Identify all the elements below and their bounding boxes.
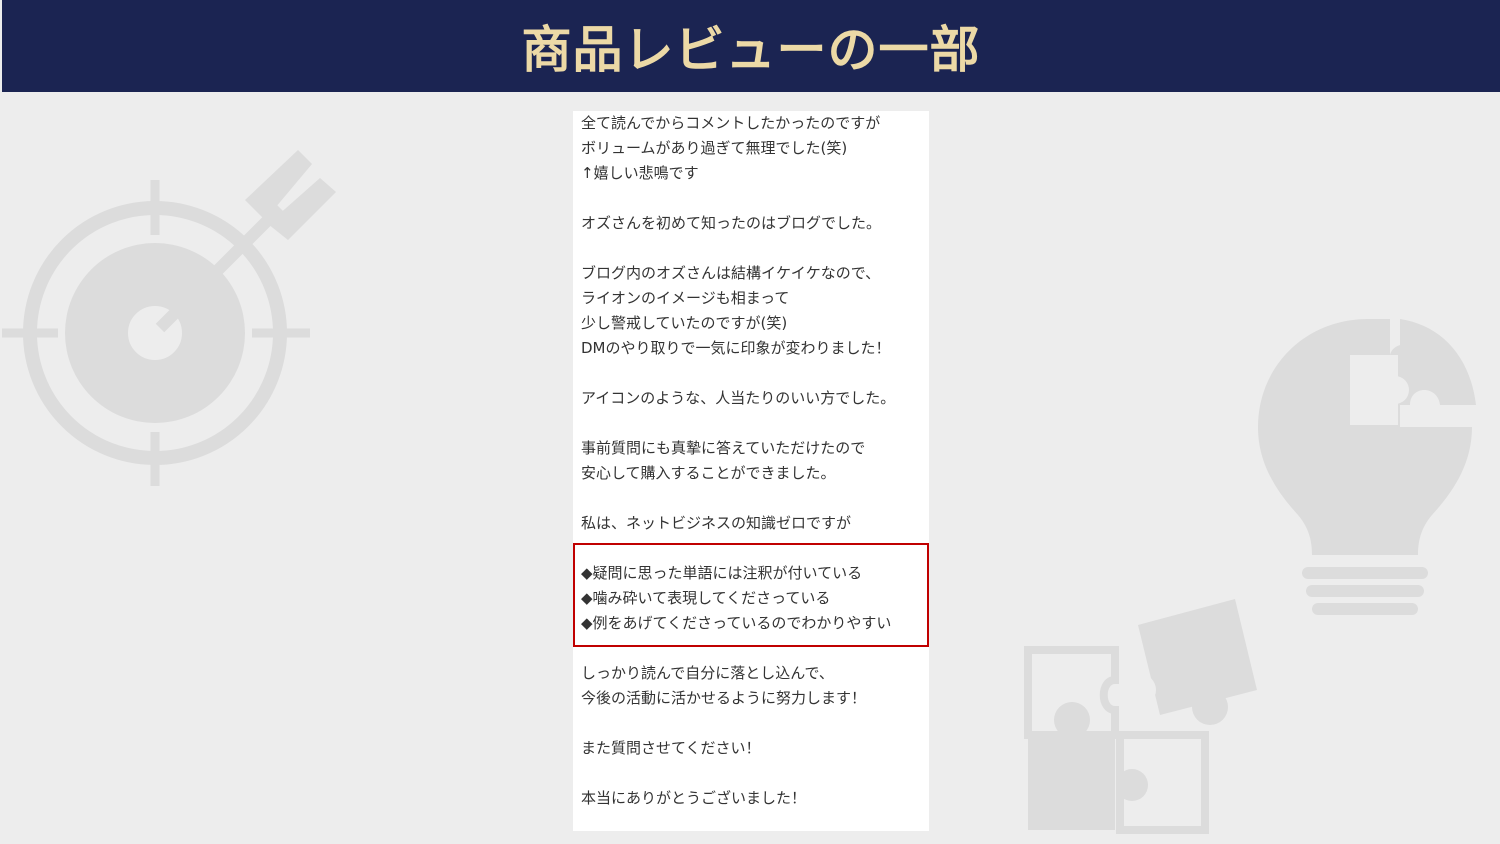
review-line: 私は、ネットビジネスの知識ゼロですが <box>581 514 852 532</box>
review-line: 全て読んでからコメントしたかったのですが <box>581 114 881 132</box>
review-line: DMのやり取りで一気に印象が変わりました！ <box>581 339 891 357</box>
header-banner: 商品レビューの一部 <box>2 0 1500 92</box>
lightbulb-puzzle-icon <box>1258 319 1476 615</box>
highlighted-point: ◆例をあげてくださっているのでわかりやすい <box>581 614 892 632</box>
review-line: 安心して購入することができました。 <box>581 464 836 482</box>
puzzle-pieces-icon <box>1024 599 1257 834</box>
highlighted-point: ◆噛み砕いて表現してくださっている <box>581 589 831 607</box>
review-line: しっかり読んで自分に落とし込んで、 <box>581 664 834 682</box>
page-title: 商品レビューの一部 <box>521 21 981 79</box>
review-line: ↑嬉しい悲鳴です <box>581 164 699 182</box>
review-line: 今後の活動に活かせるように努力します！ <box>581 689 867 707</box>
review-line: オズさんを初めて知ったのはブログでした。 <box>581 214 882 232</box>
review-line: 事前質問にも真摯に答えていただけたので <box>581 439 866 457</box>
target-arrow-icon <box>2 150 336 486</box>
review-line: ライオンのイメージも相まって <box>581 289 790 307</box>
review-line: 少し警戒していたのですが(笑) <box>581 314 788 332</box>
review-line: また質問させてください！ <box>581 739 761 757</box>
review-line: ブログ内のオズさんは結構イケイケなので、 <box>581 264 881 282</box>
highlighted-point: ◆疑問に思った単語には注釈が付いている <box>581 564 863 582</box>
review-line: アイコンのような、人当たりのいい方でした。 <box>581 389 896 407</box>
review-screenshot: 全て読んでからコメントしたかったのですが ボリュームがあり過ぎて無理でした(笑)… <box>573 111 929 831</box>
review-line: ボリュームがあり過ぎて無理でした(笑) <box>581 139 848 157</box>
review-line: 本当にありがとうございました！ <box>581 789 807 807</box>
